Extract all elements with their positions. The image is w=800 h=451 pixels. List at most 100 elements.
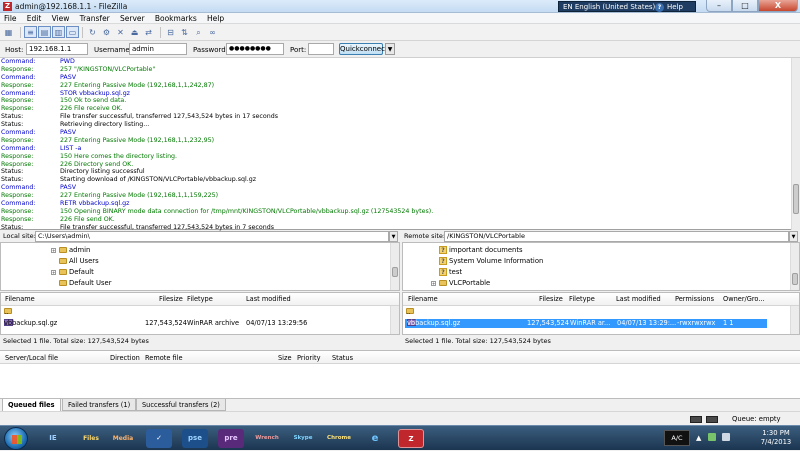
- cancel-icon[interactable]: ✕: [114, 26, 127, 38]
- language-bar[interactable]: EN English (United States) ? Help: [558, 1, 696, 12]
- scrollbar-thumb[interactable]: [792, 273, 798, 285]
- tree-item[interactable]: Default User: [59, 278, 112, 288]
- password-input[interactable]: ●●●●●●●●: [226, 43, 284, 55]
- menu-server[interactable]: Server: [116, 13, 149, 24]
- start-button[interactable]: [4, 427, 28, 450]
- tree-item[interactable]: + admin: [51, 245, 90, 255]
- column-server-local-file[interactable]: Server/Local file: [5, 354, 58, 362]
- minimize-button[interactable]: –: [706, 0, 732, 12]
- remote-site-input[interactable]: /KINGSTON/VLCPortable: [444, 231, 789, 242]
- local-directory-tree[interactable]: + admin All Users + Default Default User: [0, 242, 400, 291]
- tree-item[interactable]: ? important documents: [439, 245, 523, 255]
- menu-file[interactable]: File: [0, 13, 21, 24]
- toggle-local-tree-icon[interactable]: ▤: [38, 26, 51, 38]
- column-size[interactable]: Size: [278, 354, 292, 362]
- log-scrollbar[interactable]: [791, 58, 800, 230]
- table-row[interactable]: [1, 328, 391, 333]
- column-last-modified[interactable]: Last modified: [246, 295, 291, 303]
- directory-comparison-icon[interactable]: ⊟: [164, 26, 177, 38]
- tree-item[interactable]: + Default: [51, 267, 94, 277]
- internet-explorer-icon[interactable]: IE: [40, 429, 66, 448]
- volume-icon[interactable]: [722, 433, 730, 441]
- parent-directory-row[interactable]: ..: [1, 308, 391, 317]
- menu-edit[interactable]: Edit: [23, 13, 46, 24]
- skype-icon[interactable]: Skype: [290, 429, 316, 448]
- quickconnect-button[interactable]: Quickconnect: [339, 43, 388, 55]
- column-filesize[interactable]: Filesize: [159, 295, 183, 303]
- remote-file-list[interactable]: Filename Filesize Filetype Last modified…: [402, 292, 800, 335]
- expand-icon[interactable]: +: [51, 269, 56, 275]
- close-button[interactable]: X: [758, 0, 798, 12]
- column-remote-file[interactable]: Remote file: [145, 354, 183, 362]
- binoculars-icon[interactable]: ∞: [206, 26, 219, 38]
- column-filename[interactable]: Filename: [408, 295, 438, 303]
- tab-successful-transfers[interactable]: Successful transfers (2): [136, 399, 226, 411]
- tools-icon[interactable]: Wrench: [254, 429, 280, 448]
- port-input[interactable]: [308, 43, 334, 55]
- filezilla-taskbar-icon[interactable]: Z: [398, 429, 424, 448]
- host-input[interactable]: 192.168.1.1: [26, 43, 88, 55]
- local-file-scrollbar[interactable]: [390, 306, 399, 334]
- column-permissions[interactable]: Permissions: [675, 295, 714, 303]
- toggle-queue-icon[interactable]: ▭: [66, 26, 79, 38]
- sync-browsing-icon[interactable]: ⇅: [178, 26, 191, 38]
- ac-indicator[interactable]: A/C: [664, 430, 690, 446]
- tab-queued-files[interactable]: Queued files: [2, 399, 61, 411]
- file-explorer-icon[interactable]: Files: [78, 429, 104, 448]
- toggle-remote-tree-icon[interactable]: ▥: [52, 26, 65, 38]
- remote-site-dropdown[interactable]: ▼: [789, 231, 798, 242]
- remote-file-scrollbar[interactable]: [790, 306, 799, 334]
- menu-help[interactable]: Help: [203, 13, 228, 24]
- column-priority[interactable]: Priority: [297, 354, 320, 362]
- table-row-selected[interactable]: vbbackup.sql.gz 127,543,524 WinRAR ar...…: [405, 319, 767, 328]
- menu-view[interactable]: View: [48, 13, 74, 24]
- column-filetype[interactable]: Filetype: [569, 295, 595, 303]
- column-filesize[interactable]: Filesize: [539, 295, 563, 303]
- network-icon[interactable]: [708, 433, 716, 441]
- column-filetype[interactable]: Filetype: [187, 295, 213, 303]
- local-tree-scrollbar[interactable]: [390, 243, 399, 290]
- quickconnect-dropdown[interactable]: ▼: [385, 43, 395, 55]
- refresh-icon[interactable]: ↻: [86, 26, 99, 38]
- help-label[interactable]: Help: [667, 2, 683, 13]
- menu-transfer[interactable]: Transfer: [76, 13, 114, 24]
- premiere-elements-icon[interactable]: pre: [218, 429, 244, 448]
- internet-explorer-icon[interactable]: e: [362, 429, 388, 448]
- local-site-dropdown[interactable]: ▼: [389, 231, 398, 242]
- tray-arrow-icon[interactable]: ▲: [696, 434, 701, 442]
- media-player-icon[interactable]: Media: [110, 429, 136, 448]
- remote-tree-scrollbar[interactable]: [790, 243, 799, 290]
- toggle-log-icon[interactable]: ≡: [24, 26, 37, 38]
- chrome-icon[interactable]: Chrome: [326, 429, 352, 448]
- process-queue-icon[interactable]: ⚙: [100, 26, 113, 38]
- maximize-button[interactable]: □: [732, 0, 758, 12]
- photoshop-elements-icon[interactable]: pse: [182, 429, 208, 448]
- column-last-modified[interactable]: Last modified: [616, 295, 661, 303]
- site-manager-icon[interactable]: ▦: [2, 26, 15, 38]
- menu-bookmarks[interactable]: Bookmarks: [151, 13, 201, 24]
- parent-directory-row[interactable]: ..: [403, 308, 793, 317]
- expand-icon[interactable]: +: [51, 247, 56, 253]
- column-owner-group[interactable]: Owner/Gro...: [723, 295, 765, 303]
- column-direction[interactable]: Direction: [110, 354, 140, 362]
- expand-icon[interactable]: +: [431, 280, 436, 286]
- table-row[interactable]: vbbackup.sql.gz 127,543,524 WinRAR archi…: [1, 319, 391, 328]
- clock[interactable]: 1:30 PM 7/4/2013: [756, 429, 796, 447]
- disconnect-icon[interactable]: ⏏: [128, 26, 141, 38]
- local-site-input[interactable]: C:\Users\admin\: [35, 231, 389, 242]
- checkmark-app-icon[interactable]: ✓: [146, 429, 172, 448]
- username-input[interactable]: admin: [129, 43, 187, 55]
- column-status[interactable]: Status: [332, 354, 353, 362]
- scrollbar-thumb[interactable]: [392, 267, 398, 277]
- tree-item[interactable]: ? test: [439, 267, 462, 277]
- search-icon[interactable]: ⌕: [192, 26, 205, 38]
- tree-item[interactable]: ? System Volume Information: [439, 256, 543, 266]
- help-icon[interactable]: ?: [655, 3, 664, 12]
- tree-item[interactable]: All Users: [59, 256, 99, 266]
- tab-failed-transfers[interactable]: Failed transfers (1): [62, 399, 137, 411]
- remote-directory-tree[interactable]: ? important documents ? System Volume Info…: [402, 242, 800, 291]
- column-filename[interactable]: Filename: [5, 295, 35, 303]
- message-log[interactable]: Command: PWD Response: 257 "/KINGSTON/VLCPo…: [0, 58, 800, 231]
- transfer-queue[interactable]: Server/Local file Direction Remote file …: [0, 350, 800, 398]
- tree-item[interactable]: + VLCPortable: [431, 278, 490, 288]
